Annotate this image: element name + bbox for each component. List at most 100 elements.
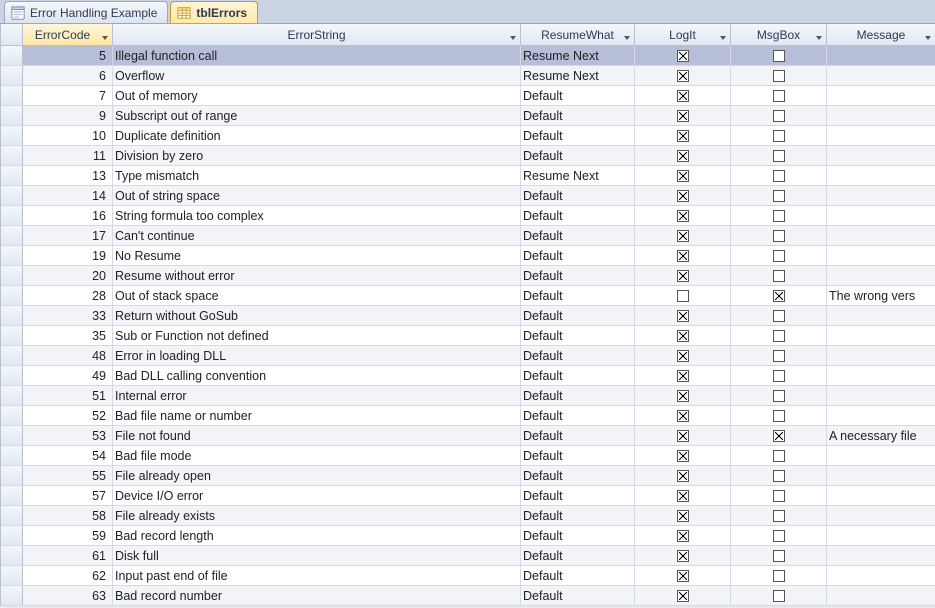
cell-logit[interactable] <box>635 426 731 445</box>
cell-errorstring[interactable]: Subscript out of range <box>113 106 521 125</box>
cell-message[interactable] <box>827 106 935 125</box>
cell-msgbox[interactable] <box>731 266 827 285</box>
checkbox-icon[interactable] <box>773 230 785 242</box>
cell-logit[interactable] <box>635 306 731 325</box>
cell-errorcode[interactable]: 16 <box>23 206 113 225</box>
chevron-down-icon[interactable] <box>623 31 631 39</box>
cell-message[interactable] <box>827 546 935 565</box>
cell-msgbox[interactable] <box>731 566 827 585</box>
cell-errorcode[interactable]: 33 <box>23 306 113 325</box>
row-selector[interactable] <box>1 266 23 285</box>
table-row[interactable]: 62Input past end of fileDefault <box>1 566 935 586</box>
table-row[interactable]: 5Illegal function callResume Next <box>1 46 935 66</box>
table-row[interactable]: 7Out of memoryDefault <box>1 86 935 106</box>
checkbox-icon[interactable] <box>773 390 785 402</box>
row-selector[interactable] <box>1 86 23 105</box>
checkbox-icon[interactable] <box>677 250 689 262</box>
cell-errorcode[interactable]: 28 <box>23 286 113 305</box>
checkbox-icon[interactable] <box>773 110 785 122</box>
checkbox-icon[interactable] <box>773 550 785 562</box>
cell-errorstring[interactable]: Out of stack space <box>113 286 521 305</box>
cell-msgbox[interactable] <box>731 326 827 345</box>
table-row[interactable]: 58File already existsDefault <box>1 506 935 526</box>
column-header-errorcode[interactable]: ErrorCode <box>23 24 113 45</box>
cell-logit[interactable] <box>635 126 731 145</box>
cell-errorstring[interactable]: String formula too complex <box>113 206 521 225</box>
cell-message[interactable] <box>827 346 935 365</box>
row-selector[interactable] <box>1 106 23 125</box>
cell-message[interactable] <box>827 486 935 505</box>
cell-resumewhat[interactable]: Default <box>521 566 635 585</box>
cell-resumewhat[interactable]: Default <box>521 366 635 385</box>
cell-errorcode[interactable]: 7 <box>23 86 113 105</box>
cell-message[interactable] <box>827 126 935 145</box>
cell-errorstring[interactable]: Disk full <box>113 546 521 565</box>
table-row[interactable]: 20Resume without errorDefault <box>1 266 935 286</box>
cell-logit[interactable] <box>635 226 731 245</box>
cell-logit[interactable] <box>635 406 731 425</box>
checkbox-icon[interactable] <box>773 530 785 542</box>
table-row[interactable]: 59Bad record lengthDefault <box>1 526 935 546</box>
cell-errorstring[interactable]: Error in loading DLL <box>113 346 521 365</box>
checkbox-icon[interactable] <box>773 70 785 82</box>
cell-message[interactable] <box>827 226 935 245</box>
cell-msgbox[interactable] <box>731 586 827 605</box>
cell-msgbox[interactable] <box>731 246 827 265</box>
checkbox-icon[interactable] <box>677 530 689 542</box>
cell-logit[interactable] <box>635 166 731 185</box>
cell-errorstring[interactable]: Bad DLL calling convention <box>113 366 521 385</box>
checkbox-icon[interactable] <box>773 370 785 382</box>
cell-message[interactable] <box>827 386 935 405</box>
checkbox-icon[interactable] <box>677 430 689 442</box>
checkbox-icon[interactable] <box>677 230 689 242</box>
checkbox-icon[interactable] <box>773 90 785 102</box>
table-row[interactable]: 17Can't continueDefault <box>1 226 935 246</box>
checkbox-icon[interactable] <box>773 410 785 422</box>
cell-resumewhat[interactable]: Default <box>521 326 635 345</box>
table-row[interactable]: 14Out of string spaceDefault <box>1 186 935 206</box>
cell-message[interactable] <box>827 186 935 205</box>
table-row[interactable]: 57Device I/O errorDefault <box>1 486 935 506</box>
cell-errorcode[interactable]: 35 <box>23 326 113 345</box>
table-row[interactable]: 52Bad file name or numberDefault <box>1 406 935 426</box>
cell-resumewhat[interactable]: Default <box>521 86 635 105</box>
cell-msgbox[interactable] <box>731 166 827 185</box>
checkbox-icon[interactable] <box>677 50 689 62</box>
cell-resumewhat[interactable]: Default <box>521 146 635 165</box>
table-row[interactable]: 49Bad DLL calling conventionDefault <box>1 366 935 386</box>
cell-message[interactable] <box>827 306 935 325</box>
chevron-down-icon[interactable] <box>815 31 823 39</box>
row-selector[interactable] <box>1 306 23 325</box>
cell-message[interactable] <box>827 466 935 485</box>
cell-errorstring[interactable]: Overflow <box>113 66 521 85</box>
chevron-down-icon[interactable] <box>719 31 727 39</box>
table-row[interactable]: 28Out of stack spaceDefaultThe wrong ver… <box>1 286 935 306</box>
cell-resumewhat[interactable]: Resume Next <box>521 66 635 85</box>
cell-message[interactable] <box>827 406 935 425</box>
cell-message[interactable] <box>827 266 935 285</box>
cell-logit[interactable] <box>635 486 731 505</box>
cell-msgbox[interactable] <box>731 446 827 465</box>
tab-error-handling-example[interactable]: Error Handling Example <box>4 1 168 23</box>
cell-errorcode[interactable]: 51 <box>23 386 113 405</box>
cell-msgbox[interactable] <box>731 146 827 165</box>
cell-logit[interactable] <box>635 526 731 545</box>
checkbox-icon[interactable] <box>677 210 689 222</box>
checkbox-icon[interactable] <box>677 90 689 102</box>
cell-msgbox[interactable] <box>731 106 827 125</box>
cell-resumewhat[interactable]: Default <box>521 246 635 265</box>
checkbox-icon[interactable] <box>677 510 689 522</box>
cell-logit[interactable] <box>635 506 731 525</box>
cell-logit[interactable] <box>635 446 731 465</box>
tab-tblerrors[interactable]: tblErrors <box>170 1 258 23</box>
cell-errorcode[interactable]: 54 <box>23 446 113 465</box>
table-row[interactable]: 6OverflowResume Next <box>1 66 935 86</box>
table-row[interactable]: 63Bad record numberDefault <box>1 586 935 606</box>
cell-msgbox[interactable] <box>731 186 827 205</box>
cell-errorcode[interactable]: 59 <box>23 526 113 545</box>
checkbox-icon[interactable] <box>773 150 785 162</box>
row-selector[interactable] <box>1 366 23 385</box>
cell-message[interactable] <box>827 586 935 605</box>
cell-errorcode[interactable]: 57 <box>23 486 113 505</box>
checkbox-icon[interactable] <box>677 390 689 402</box>
